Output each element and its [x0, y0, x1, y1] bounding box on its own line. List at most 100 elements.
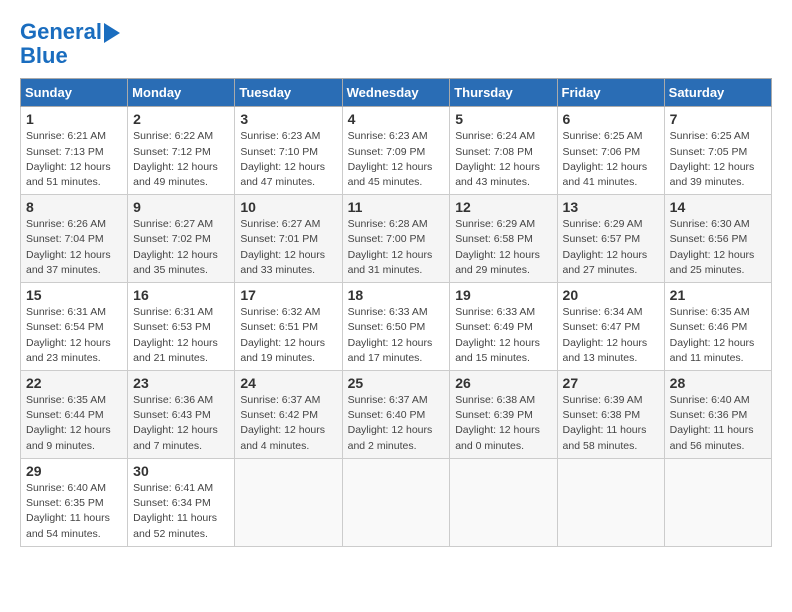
calendar-cell: 25 Sunrise: 6:37 AM Sunset: 6:40 PM Dayl…: [342, 371, 450, 459]
day-number: 27: [563, 375, 659, 391]
calendar-cell: 6 Sunrise: 6:25 AM Sunset: 7:06 PM Dayli…: [557, 107, 664, 195]
day-info: Sunrise: 6:41 AM Sunset: 6:34 PM Dayligh…: [133, 481, 229, 542]
day-number: 29: [26, 463, 122, 479]
calendar-cell: [342, 458, 450, 546]
calendar-cell: 13 Sunrise: 6:29 AM Sunset: 6:57 PM Dayl…: [557, 195, 664, 283]
calendar-cell: 26 Sunrise: 6:38 AM Sunset: 6:39 PM Dayl…: [450, 371, 557, 459]
day-info: Sunrise: 6:39 AM Sunset: 6:38 PM Dayligh…: [563, 393, 659, 454]
day-number: 2: [133, 111, 229, 127]
logo: General Blue: [20, 20, 120, 68]
day-number: 13: [563, 199, 659, 215]
calendar-cell: 10 Sunrise: 6:27 AM Sunset: 7:01 PM Dayl…: [235, 195, 342, 283]
day-number: 22: [26, 375, 122, 391]
calendar-cell: 9 Sunrise: 6:27 AM Sunset: 7:02 PM Dayli…: [128, 195, 235, 283]
day-info: Sunrise: 6:30 AM Sunset: 6:56 PM Dayligh…: [670, 217, 766, 278]
calendar-cell: [450, 458, 557, 546]
day-info: Sunrise: 6:37 AM Sunset: 6:40 PM Dayligh…: [348, 393, 445, 454]
day-info: Sunrise: 6:33 AM Sunset: 6:50 PM Dayligh…: [348, 305, 445, 366]
calendar-cell: 2 Sunrise: 6:22 AM Sunset: 7:12 PM Dayli…: [128, 107, 235, 195]
day-info: Sunrise: 6:31 AM Sunset: 6:53 PM Dayligh…: [133, 305, 229, 366]
calendar-cell: 28 Sunrise: 6:40 AM Sunset: 6:36 PM Dayl…: [664, 371, 771, 459]
calendar-cell: 18 Sunrise: 6:33 AM Sunset: 6:50 PM Dayl…: [342, 283, 450, 371]
day-info: Sunrise: 6:26 AM Sunset: 7:04 PM Dayligh…: [26, 217, 122, 278]
calendar-cell: 5 Sunrise: 6:24 AM Sunset: 7:08 PM Dayli…: [450, 107, 557, 195]
day-number: 10: [240, 199, 336, 215]
day-number: 11: [348, 199, 445, 215]
col-header-monday: Monday: [128, 79, 235, 107]
calendar-cell: 22 Sunrise: 6:35 AM Sunset: 6:44 PM Dayl…: [21, 371, 128, 459]
calendar-cell: 20 Sunrise: 6:34 AM Sunset: 6:47 PM Dayl…: [557, 283, 664, 371]
day-info: Sunrise: 6:23 AM Sunset: 7:10 PM Dayligh…: [240, 129, 336, 190]
calendar-cell: 15 Sunrise: 6:31 AM Sunset: 6:54 PM Dayl…: [21, 283, 128, 371]
day-number: 7: [670, 111, 766, 127]
calendar-cell: 4 Sunrise: 6:23 AM Sunset: 7:09 PM Dayli…: [342, 107, 450, 195]
calendar-cell: 7 Sunrise: 6:25 AM Sunset: 7:05 PM Dayli…: [664, 107, 771, 195]
day-info: Sunrise: 6:28 AM Sunset: 7:00 PM Dayligh…: [348, 217, 445, 278]
day-info: Sunrise: 6:31 AM Sunset: 6:54 PM Dayligh…: [26, 305, 122, 366]
col-header-friday: Friday: [557, 79, 664, 107]
day-info: Sunrise: 6:33 AM Sunset: 6:49 PM Dayligh…: [455, 305, 551, 366]
col-header-sunday: Sunday: [21, 79, 128, 107]
logo-text: General: [20, 20, 120, 44]
day-number: 30: [133, 463, 229, 479]
day-info: Sunrise: 6:35 AM Sunset: 6:44 PM Dayligh…: [26, 393, 122, 454]
day-number: 17: [240, 287, 336, 303]
day-number: 23: [133, 375, 229, 391]
calendar-cell: 3 Sunrise: 6:23 AM Sunset: 7:10 PM Dayli…: [235, 107, 342, 195]
calendar-cell: [235, 458, 342, 546]
col-header-tuesday: Tuesday: [235, 79, 342, 107]
day-number: 21: [670, 287, 766, 303]
calendar-cell: [557, 458, 664, 546]
calendar-cell: 21 Sunrise: 6:35 AM Sunset: 6:46 PM Dayl…: [664, 283, 771, 371]
day-info: Sunrise: 6:27 AM Sunset: 7:01 PM Dayligh…: [240, 217, 336, 278]
day-info: Sunrise: 6:29 AM Sunset: 6:57 PM Dayligh…: [563, 217, 659, 278]
calendar-cell: 12 Sunrise: 6:29 AM Sunset: 6:58 PM Dayl…: [450, 195, 557, 283]
day-info: Sunrise: 6:25 AM Sunset: 7:06 PM Dayligh…: [563, 129, 659, 190]
day-number: 26: [455, 375, 551, 391]
calendar-cell: 8 Sunrise: 6:26 AM Sunset: 7:04 PM Dayli…: [21, 195, 128, 283]
day-info: Sunrise: 6:38 AM Sunset: 6:39 PM Dayligh…: [455, 393, 551, 454]
day-info: Sunrise: 6:23 AM Sunset: 7:09 PM Dayligh…: [348, 129, 445, 190]
day-number: 19: [455, 287, 551, 303]
day-info: Sunrise: 6:24 AM Sunset: 7:08 PM Dayligh…: [455, 129, 551, 190]
day-info: Sunrise: 6:32 AM Sunset: 6:51 PM Dayligh…: [240, 305, 336, 366]
calendar-cell: 27 Sunrise: 6:39 AM Sunset: 6:38 PM Dayl…: [557, 371, 664, 459]
day-info: Sunrise: 6:22 AM Sunset: 7:12 PM Dayligh…: [133, 129, 229, 190]
day-info: Sunrise: 6:40 AM Sunset: 6:36 PM Dayligh…: [670, 393, 766, 454]
day-number: 12: [455, 199, 551, 215]
day-number: 3: [240, 111, 336, 127]
day-number: 6: [563, 111, 659, 127]
col-header-wednesday: Wednesday: [342, 79, 450, 107]
day-number: 18: [348, 287, 445, 303]
calendar-cell: 24 Sunrise: 6:37 AM Sunset: 6:42 PM Dayl…: [235, 371, 342, 459]
day-number: 5: [455, 111, 551, 127]
day-number: 8: [26, 199, 122, 215]
day-number: 25: [348, 375, 445, 391]
day-number: 15: [26, 287, 122, 303]
day-info: Sunrise: 6:35 AM Sunset: 6:46 PM Dayligh…: [670, 305, 766, 366]
day-number: 4: [348, 111, 445, 127]
calendar-cell: 14 Sunrise: 6:30 AM Sunset: 6:56 PM Dayl…: [664, 195, 771, 283]
day-info: Sunrise: 6:21 AM Sunset: 7:13 PM Dayligh…: [26, 129, 122, 190]
day-number: 20: [563, 287, 659, 303]
calendar-cell: 16 Sunrise: 6:31 AM Sunset: 6:53 PM Dayl…: [128, 283, 235, 371]
calendar-cell: 29 Sunrise: 6:40 AM Sunset: 6:35 PM Dayl…: [21, 458, 128, 546]
logo-blue-text: Blue: [20, 43, 68, 68]
calendar-cell: 19 Sunrise: 6:33 AM Sunset: 6:49 PM Dayl…: [450, 283, 557, 371]
day-info: Sunrise: 6:34 AM Sunset: 6:47 PM Dayligh…: [563, 305, 659, 366]
col-header-thursday: Thursday: [450, 79, 557, 107]
day-number: 1: [26, 111, 122, 127]
calendar-cell: 23 Sunrise: 6:36 AM Sunset: 6:43 PM Dayl…: [128, 371, 235, 459]
day-number: 14: [670, 199, 766, 215]
day-number: 28: [670, 375, 766, 391]
calendar-cell: 1 Sunrise: 6:21 AM Sunset: 7:13 PM Dayli…: [21, 107, 128, 195]
day-info: Sunrise: 6:27 AM Sunset: 7:02 PM Dayligh…: [133, 217, 229, 278]
day-info: Sunrise: 6:36 AM Sunset: 6:43 PM Dayligh…: [133, 393, 229, 454]
day-number: 24: [240, 375, 336, 391]
day-info: Sunrise: 6:25 AM Sunset: 7:05 PM Dayligh…: [670, 129, 766, 190]
day-info: Sunrise: 6:40 AM Sunset: 6:35 PM Dayligh…: [26, 481, 122, 542]
day-number: 9: [133, 199, 229, 215]
calendar-cell: 30 Sunrise: 6:41 AM Sunset: 6:34 PM Dayl…: [128, 458, 235, 546]
calendar-table: SundayMondayTuesdayWednesdayThursdayFrid…: [20, 78, 772, 546]
day-info: Sunrise: 6:37 AM Sunset: 6:42 PM Dayligh…: [240, 393, 336, 454]
